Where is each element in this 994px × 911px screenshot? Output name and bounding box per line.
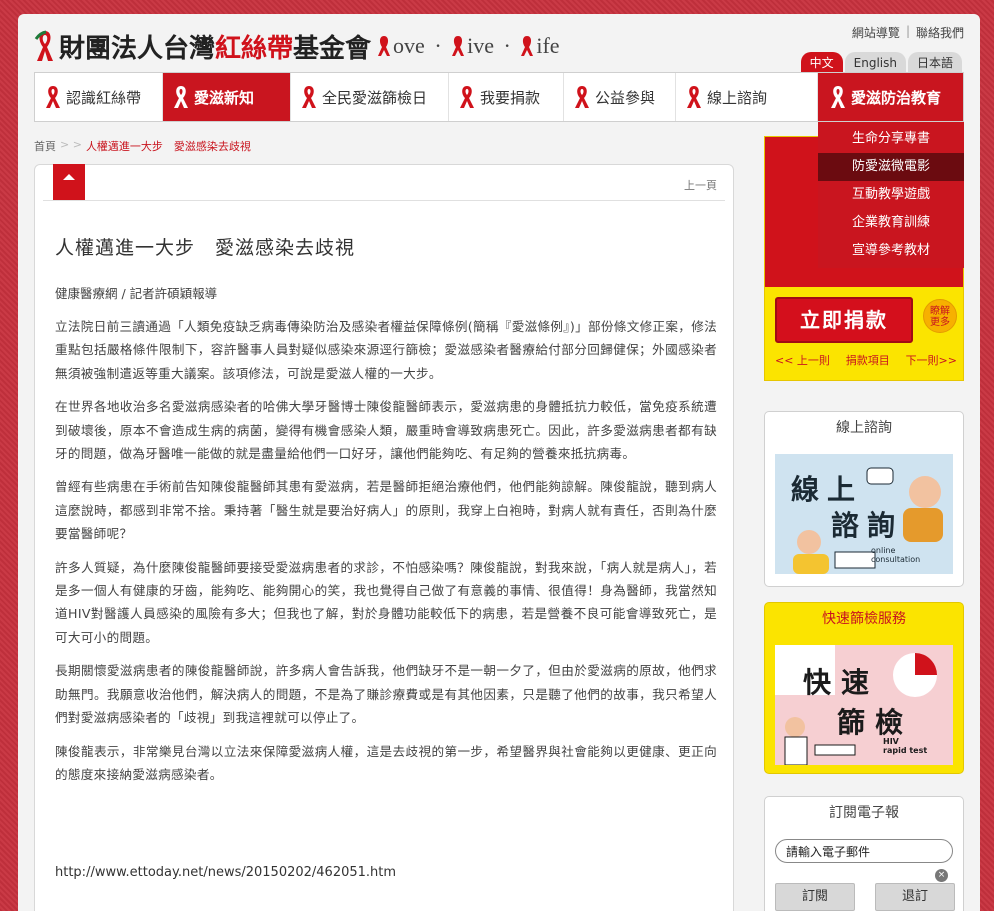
link-separator: | <box>905 24 910 38</box>
nav-screening-day[interactable]: 全民愛滋篩檢日 <box>291 73 449 121</box>
consult-img-caption: online consultation <box>871 546 921 564</box>
dropdown-item-corporate-training[interactable]: 企業教育訓練 <box>818 209 964 237</box>
ribbon-icon <box>520 35 534 57</box>
donate-now-button[interactable]: 立即捐款 <box>775 297 913 343</box>
breadcrumb-separator: > > <box>60 138 82 151</box>
ribbon-icon <box>377 35 391 57</box>
dropdown-item-micro-films[interactable]: 防愛滋微電影 <box>818 153 964 181</box>
nav-label: 認識紅絲帶 <box>66 88 142 107</box>
donate-items-link[interactable]: 捐款項目 <box>846 352 890 368</box>
nav-label: 全民愛滋篩檢日 <box>322 88 428 107</box>
article-paragraph: 曾經有些病患在手術前告知陳俊龍醫師其患有愛滋病，若是醫師拒絕治療他們，他們能夠諒… <box>55 479 717 542</box>
ribbon-icon <box>574 85 590 109</box>
nav-label: 愛滋防治教育 <box>851 88 942 107</box>
newsletter-box: 訂閱電子報 × 訂閱 退訂 <box>764 796 964 911</box>
nav-label: 公益參與 <box>595 88 656 107</box>
article-panel: 上一頁 人權邁進一大步 愛滋感染去歧視 健康醫療網 / 記者許碩穎報導 立法院日… <box>34 164 734 911</box>
article-paragraph: 立法院日前三讀通過「人類免疫缺乏病毒傳染防治及感染者權益保障條例(簡稱『愛滋條例… <box>55 319 717 381</box>
ribbon-icon <box>301 85 317 109</box>
logo-slogan: ove · ive · ife <box>377 33 560 59</box>
nav-donate[interactable]: 我要捐款 <box>449 73 564 121</box>
screening-img-text: 快速 <box>803 666 880 699</box>
nav-online-consult[interactable]: 線上諮詢 <box>676 73 818 121</box>
ribbon-icon <box>459 85 475 109</box>
subscribe-button[interactable]: 訂閱 <box>775 883 855 911</box>
dropdown-item-teaching-materials[interactable]: 宣導參考教材 <box>818 237 964 265</box>
nav-aids-news[interactable]: 愛滋新知 <box>163 73 291 121</box>
ribbon-icon <box>830 85 846 109</box>
nav-participate[interactable]: 公益參與 <box>564 73 676 121</box>
prev-page-link[interactable]: 上一頁 <box>684 177 717 193</box>
article-paragraph: 長期關懷愛滋病患者的陳俊龍醫師說，許多病人會告訴我，他們缺牙不是一朝一夕了，但由… <box>55 663 717 726</box>
lang-english[interactable]: English <box>844 52 906 74</box>
article-source-url[interactable]: http://www.ettoday.net/news/20150202/462… <box>55 865 396 880</box>
email-input[interactable] <box>775 839 953 863</box>
consult-img-text: 諮詢 <box>831 509 904 542</box>
learn-more-line: 瞭解 <box>930 306 950 317</box>
ribbon-icon <box>451 35 465 57</box>
nav-label: 愛滋新知 <box>194 88 255 107</box>
sitemap-link[interactable]: 網站導覽 <box>852 24 900 41</box>
breadcrumb: 首頁 > > 人權邁進一大步 愛滋感染去歧視 <box>34 138 251 154</box>
learn-more-badge[interactable]: 瞭解 更多 <box>923 299 957 333</box>
online-consult-image[interactable]: 線上 諮詢 online consultation <box>775 454 953 574</box>
page-frame: 財團法人台灣紅絲帶基金會 ove · ive · ife 網站導覽 | 聯絡我們… <box>18 14 980 911</box>
divider <box>43 200 725 201</box>
dropdown-item-life-books[interactable]: 生命分享專書 <box>818 125 964 153</box>
online-consult-box: 線上諮詢 線上 諮詢 online consultation <box>764 411 964 587</box>
screening-img-text: 篩檢 <box>837 706 914 739</box>
rapid-screening-title: 快速篩檢服務 <box>822 611 906 627</box>
ribbon-icon <box>45 85 61 109</box>
clear-icon[interactable]: × <box>935 869 948 882</box>
ribbon-logo-icon <box>34 29 56 63</box>
consult-img-text: 線上 <box>791 473 864 506</box>
newsletter-title: 訂閱電子報 <box>829 805 899 821</box>
contact-link[interactable]: 聯絡我們 <box>916 24 964 41</box>
site-logo[interactable]: 財團法人台灣紅絲帶基金會 ove · ive · ife <box>34 26 560 66</box>
lang-chinese[interactable]: 中文 <box>800 52 843 74</box>
main-nav: 認識紅絲帶 愛滋新知 全民愛滋篩檢日 我要捐款 公益參與 線上諮詢 愛滋防治教育 <box>34 72 964 122</box>
ribbon-icon <box>686 85 702 109</box>
article-tab-marker <box>53 164 85 200</box>
donate-prev-link[interactable]: << 上一則 <box>775 352 830 368</box>
unsubscribe-button[interactable]: 退訂 <box>875 883 955 911</box>
nav-label: 線上諮詢 <box>707 88 768 107</box>
donate-pager: << 上一則 捐款項目 下一則>> <box>775 352 957 368</box>
nav-prevention-education[interactable]: 愛滋防治教育 <box>818 73 963 121</box>
ribbon-icon <box>173 85 189 109</box>
lang-japanese[interactable]: 日本語 <box>907 52 962 74</box>
language-tabs: 中文 English 日本語 <box>800 52 962 74</box>
education-dropdown: 生命分享專書 防愛滋微電影 互動教學遊戲 企業教育訓練 宣導參考教材 <box>818 122 964 268</box>
breadcrumb-home[interactable]: 首頁 <box>34 138 56 154</box>
article-title: 人權邁進一大步 愛滋感染去歧視 <box>55 237 356 259</box>
article-body: 立法院日前三讀通過「人類免疫缺乏病毒傳染防治及感染者權益保障條例(簡稱『愛滋條例… <box>55 305 717 786</box>
logo-text: 財團法人台灣紅絲帶基金會 <box>59 33 372 64</box>
donate-next-link[interactable]: 下一則>> <box>906 352 957 368</box>
article-byline: 健康醫療網 / 記者許碩穎報導 <box>55 286 218 301</box>
online-consult-title: 線上諮詢 <box>836 420 892 436</box>
rapid-screening-image[interactable]: 快速 篩檢 HIV rapid test <box>775 645 953 765</box>
top-links: 網站導覽 | 聯絡我們 <box>852 24 964 41</box>
nav-label: 我要捐款 <box>480 88 541 107</box>
screening-img-caption: HIV rapid test <box>883 737 928 755</box>
nav-about[interactable]: 認識紅絲帶 <box>35 73 163 121</box>
breadcrumb-current[interactable]: 人權邁進一大步 愛滋感染去歧視 <box>86 138 251 154</box>
rapid-screening-box: 快速篩檢服務 快速 篩檢 HIV rapid test <box>764 602 964 774</box>
article-paragraph: 在世界各地收治多名愛滋病感染者的哈佛大學牙醫博士陳俊龍醫師表示，愛滋病患的身體抵… <box>55 399 717 462</box>
dropdown-item-interactive-games[interactable]: 互動教學遊戲 <box>818 181 964 209</box>
learn-more-line: 更多 <box>930 317 950 328</box>
article-paragraph: 許多人質疑，為什麼陳俊龍醫師要接受愛滋病患者的求診，不怕感染嗎？陳俊龍說，對我來… <box>55 559 717 645</box>
article-paragraph: 陳俊龍表示，非常樂見台灣以立法來保障愛滋病人權，這是去歧視的第一步，希望醫界與社… <box>55 743 717 782</box>
